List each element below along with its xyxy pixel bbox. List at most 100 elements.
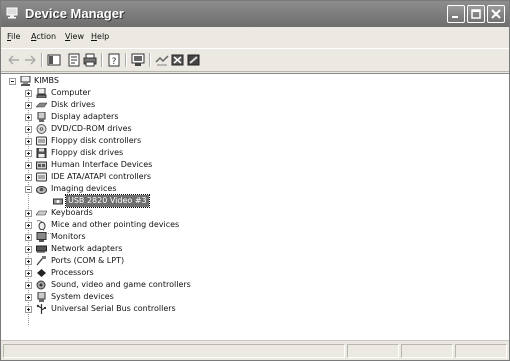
processor-icon [37, 269, 46, 277]
expand-toggle[interactable] [25, 90, 32, 97]
tree-item-label: Floppy disk drives [51, 148, 124, 157]
scan-hardware-icon[interactable] [131, 53, 145, 67]
tree-item-display-adapters[interactable]: Display adapters [25, 111, 285, 123]
menu-help[interactable]: Help [91, 32, 109, 41]
tree-item-usb-2820-video[interactable]: USB 2820 Video #3 [53, 194, 253, 208]
maximize-button[interactable] [467, 5, 485, 23]
port-icon [36, 256, 46, 266]
close-button[interactable] [487, 5, 505, 23]
device-manager-app-icon [6, 7, 18, 19]
expand-toggle[interactable] [25, 270, 32, 277]
tree-root[interactable]: KIMBS [9, 75, 209, 87]
collapse-toggle[interactable] [25, 186, 32, 193]
tree-item-floppy-controllers[interactable]: Floppy disk controllers [25, 135, 285, 147]
svg-text:?: ? [112, 57, 117, 67]
minimize-icon [452, 16, 458, 18]
status-pane [347, 344, 399, 358]
usb-icon [36, 304, 46, 314]
show-hide-console-tree-icon[interactable] [47, 53, 61, 67]
tree-item-ide-controllers[interactable]: IDE ATA/ATAPI controllers [25, 171, 285, 183]
tree-item-imaging-devices[interactable]: Imaging devices [25, 183, 285, 195]
expand-toggle[interactable] [25, 210, 32, 217]
menu-action[interactable]: Action [31, 32, 56, 41]
close-icon [491, 9, 501, 19]
tree-item-computer[interactable]: Computer [25, 87, 285, 99]
tree-item-label: Human Interface Devices [51, 160, 153, 169]
computer-icon [36, 88, 47, 98]
toolbar: ? [1, 48, 509, 72]
tree-item-keyboards[interactable]: Keyboards [25, 207, 285, 219]
expand-toggle[interactable] [25, 102, 32, 109]
tree-item-label: Floppy disk controllers [51, 136, 142, 145]
tree-item-usb-controllers[interactable]: Universal Serial Bus controllers [25, 303, 285, 315]
tree-root-label: KIMBS [34, 76, 59, 85]
status-bar [1, 341, 509, 360]
tree-item-dvd-cdrom[interactable]: DVD/CD-ROM drives [25, 123, 285, 135]
disk-drive-icon [36, 102, 47, 108]
expand-toggle[interactable] [25, 246, 32, 253]
menu-file-label: ile [11, 32, 21, 41]
tree-item-floppy-drives[interactable]: Floppy disk drives [25, 147, 285, 159]
network-adapter-icon [36, 245, 47, 253]
expand-toggle[interactable] [25, 126, 32, 133]
mouse-icon [36, 220, 46, 230]
expand-toggle[interactable] [25, 258, 32, 265]
camera-icon [53, 198, 63, 205]
collapse-toggle[interactable] [9, 78, 16, 85]
expand-toggle[interactable] [25, 138, 32, 145]
expand-toggle[interactable] [25, 222, 32, 229]
sound-icon [36, 280, 46, 290]
expand-toggle[interactable] [25, 150, 32, 157]
system-device-icon [37, 292, 46, 302]
tree-item-network-adapters[interactable]: Network adapters [25, 243, 285, 255]
toolbar-separator [149, 53, 151, 67]
tree-item-label: Monitors [51, 232, 86, 241]
display-adapter-icon [37, 112, 46, 122]
title-bar[interactable]: Device Manager [1, 1, 509, 27]
tree-item-label: Imaging devices [51, 184, 117, 193]
help-icon[interactable]: ? [107, 53, 121, 67]
expand-toggle[interactable] [25, 282, 32, 289]
floppy-drive-icon [36, 148, 47, 158]
properties-icon[interactable] [67, 53, 81, 67]
tree-item-label: Display adapters [51, 112, 119, 121]
tree-item-label: IDE ATA/ATAPI controllers [51, 172, 152, 181]
menu-file[interactable]: File [7, 32, 20, 41]
expand-toggle[interactable] [25, 306, 32, 313]
tree-item-monitors[interactable]: Monitors [25, 231, 285, 243]
print-icon[interactable] [83, 53, 97, 67]
tree-item-sound-video-game[interactable]: Sound, video and game controllers [25, 279, 285, 291]
tree-item-processors[interactable]: Processors [25, 267, 285, 279]
disable-icon[interactable] [187, 53, 201, 67]
tree-item-label: Network adapters [51, 244, 123, 253]
imaging-device-icon [36, 186, 47, 194]
status-pane [455, 344, 507, 358]
ide-controller-icon [36, 172, 47, 182]
tree-item-label: Ports (COM & LPT) [51, 256, 125, 265]
monitor-icon [36, 232, 47, 242]
tree-item-ports[interactable]: Ports (COM & LPT) [25, 255, 285, 267]
update-driver-icon[interactable] [155, 53, 169, 67]
tree-item-label: Disk drives [51, 100, 96, 109]
expand-toggle[interactable] [25, 294, 32, 301]
menu-bar: File Action View Help [1, 29, 509, 46]
tree-item-disk-drives[interactable]: Disk drives [25, 99, 285, 111]
tree-item-label: Processors [51, 268, 94, 277]
tree-item-hid[interactable]: Human Interface Devices [25, 159, 285, 171]
menu-view[interactable]: View [65, 32, 84, 41]
expand-toggle[interactable] [25, 162, 32, 169]
menu-view-label: iew [70, 32, 84, 41]
minimize-button[interactable] [447, 5, 465, 23]
device-manager-window: Device Manager File Action View Help ? K… [0, 0, 510, 361]
uninstall-icon[interactable] [171, 53, 185, 67]
menu-help-label: elp [97, 32, 110, 41]
tree-item-system-devices[interactable]: System devices [25, 291, 285, 303]
back-arrow-icon[interactable] [7, 53, 21, 67]
expand-toggle[interactable] [25, 234, 32, 241]
expand-toggle[interactable] [25, 174, 32, 181]
keyboard-icon [36, 210, 47, 216]
expand-toggle[interactable] [25, 114, 32, 121]
device-tree: KIMBS Computer Disk drives Display adapt… [1, 73, 509, 341]
forward-arrow-icon[interactable] [23, 53, 37, 67]
tree-item-mice[interactable]: Mice and other pointing devices [25, 219, 285, 231]
